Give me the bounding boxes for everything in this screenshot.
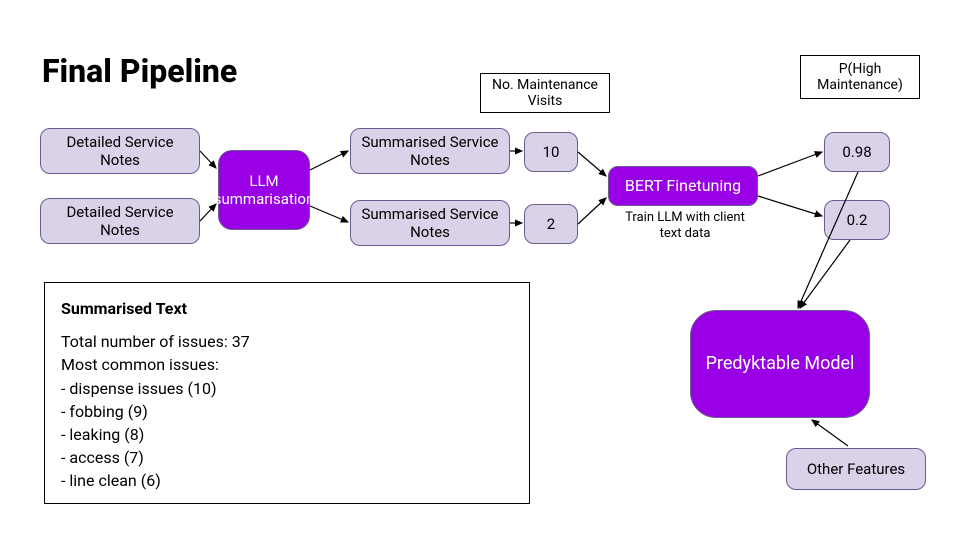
node-prob-2: 0.2 bbox=[824, 200, 890, 240]
summary-issue-3: - access (7) bbox=[61, 446, 513, 469]
summary-issue-1: - fobbing (9) bbox=[61, 400, 513, 423]
caption-bert: Train LLM with client text data bbox=[620, 210, 750, 241]
summary-issue-2: - leaking (8) bbox=[61, 423, 513, 446]
summary-issue-0: - dispense issues (10) bbox=[61, 377, 513, 400]
node-detailed-2: Detailed Service Notes bbox=[40, 198, 200, 244]
page-title: Final Pipeline bbox=[42, 52, 237, 90]
summary-common-heading: Most common issues: bbox=[61, 353, 513, 376]
node-summarised-1: Summarised Service Notes bbox=[350, 128, 510, 174]
label-maintenance-visits: No. Maintenance Visits bbox=[480, 73, 610, 113]
summary-total: Total number of issues: 37 bbox=[61, 330, 513, 353]
node-detailed-1: Detailed Service Notes bbox=[40, 128, 200, 174]
label-p-high-maintenance: P(High Maintenance) bbox=[800, 55, 920, 99]
node-other-features: Other Features bbox=[786, 448, 926, 490]
node-summarised-2: Summarised Service Notes bbox=[350, 200, 510, 246]
node-bert-finetuning: BERT Finetuning bbox=[608, 166, 758, 206]
node-count-1: 10 bbox=[524, 132, 578, 172]
node-predyktable-model: Predyktable Model bbox=[690, 310, 870, 418]
node-prob-1: 0.98 bbox=[824, 132, 890, 172]
summary-text-box: Summarised Text Total number of issues: … bbox=[44, 282, 530, 504]
node-llm-summarisation: LLM summarisation bbox=[218, 150, 310, 230]
summary-heading: Summarised Text bbox=[61, 297, 513, 320]
summary-issue-4: - line clean (6) bbox=[61, 469, 513, 492]
node-count-2: 2 bbox=[524, 204, 578, 244]
